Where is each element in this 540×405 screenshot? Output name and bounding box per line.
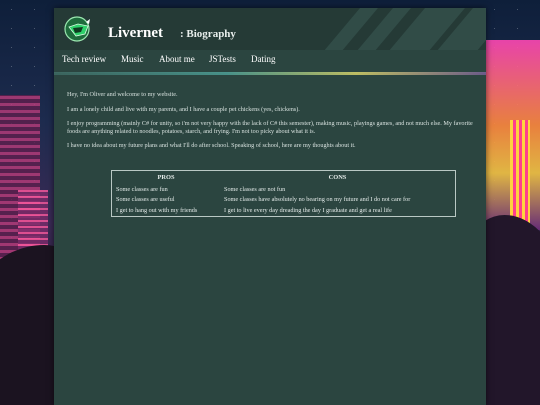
nav-music[interactable]: Music [121, 54, 144, 64]
cons-cell: Some classes are not fun [224, 185, 286, 193]
page-panel: Livernet : Biography Tech review Music A… [54, 8, 486, 405]
cons-header: CONS [328, 173, 347, 181]
site-header: Livernet : Biography [54, 8, 486, 50]
family-paragraph: I am a lonely child and live with my par… [67, 105, 300, 113]
main-nav: Tech review Music About me JSTests Datin… [54, 50, 486, 75]
table-header-row: PROS CONS [112, 170, 456, 184]
table-row: Some classes are useful Some classes hav… [112, 195, 456, 206]
hobbies-paragraph: I enjoy programming (mainly C# for unity… [67, 120, 473, 135]
pros-header: PROS [157, 173, 175, 181]
pros-cons-table: PROS CONS Some classes are fun Some clas… [111, 169, 456, 217]
cons-cell: Some classes have absolutely no bearing … [224, 196, 411, 203]
cons-cell: I get to live every day dreading the day… [224, 206, 392, 214]
main-content: Hey, I'm Oliver and welcome to my websit… [54, 73, 486, 217]
page-subtitle: : Biography [180, 28, 236, 40]
future-paragraph: I have no idea about my future plans and… [67, 142, 356, 149]
site-title: Livernet [108, 25, 163, 41]
nav-accent-bar [54, 72, 486, 75]
logo-icon[interactable] [64, 15, 92, 43]
background-neon-sign [510, 120, 530, 230]
table-row: Some classes are fun Some classes are no… [112, 184, 456, 195]
pros-cell: I get to hang out with my friends [116, 206, 198, 214]
nav-dating[interactable]: Dating [251, 54, 276, 64]
nav-about-me[interactable]: About me [159, 54, 195, 64]
nav-tech-review[interactable]: Tech review [62, 54, 106, 64]
pros-cell: Some classes are useful [116, 196, 175, 203]
table-row: I get to hang out with my friends I get … [112, 205, 456, 216]
intro-paragraph: Hey, I'm Oliver and welcome to my websit… [67, 91, 178, 98]
pros-cell: Some classes are fun [116, 185, 168, 193]
nav-jstests[interactable]: JSTests [209, 54, 236, 64]
